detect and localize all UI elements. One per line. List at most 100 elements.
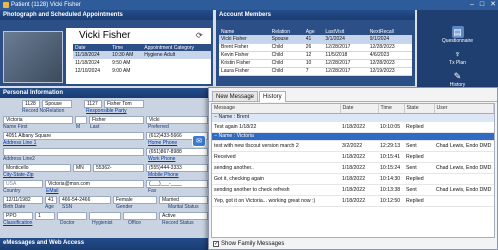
record-no-field[interactable]: 1128: [22, 100, 40, 108]
record-status-select[interactable]: Active: [159, 212, 208, 220]
column-header[interactable]: Age: [303, 28, 324, 35]
column-header[interactable]: Name: [219, 28, 270, 35]
address-line1-field[interactable]: 4051 Albany Square: [3, 132, 144, 140]
middle-initial-field[interactable]: [75, 116, 87, 124]
email-link[interactable]: EMail: [46, 188, 59, 194]
fax-field[interactable]: (___)___-____: [146, 180, 208, 188]
preferred-name-field[interactable]: Vicki: [146, 116, 208, 124]
chat-icon[interactable]: ✉: [192, 135, 206, 147]
appt-date: 12/10/2024: [75, 68, 101, 74]
column-header[interactable]: Time: [378, 104, 405, 114]
table-row[interactable]: sending another to check refresh 1/18/20…: [212, 184, 494, 196]
column-header[interactable]: Date: [340, 104, 379, 114]
gender-select[interactable]: Female: [113, 196, 157, 204]
first-name-field[interactable]: Victoria: [3, 116, 73, 124]
maximize-button[interactable]: □: [480, 0, 484, 10]
message-state: Sent: [404, 140, 434, 152]
member-age: 26: [303, 43, 324, 52]
column-header[interactable]: Message: [212, 104, 341, 114]
questionnaire-icon: ▤: [451, 26, 464, 38]
table-row[interactable]: sending another.. 1/18/2022 10:15:24 Sen…: [212, 162, 494, 174]
birth-date-field[interactable]: 12/11/1982: [3, 196, 43, 204]
appointments-panel: Photograph and Scheduled Appointments Vi…: [0, 10, 213, 86]
table-row[interactable]: Kristin Fisher Child 10 12/28/2017 12/28…: [219, 59, 412, 68]
refresh-icon[interactable]: ⟳: [196, 31, 203, 40]
member-last-visit: 12/28/2017: [323, 43, 368, 52]
classification-number[interactable]: 1: [35, 212, 55, 220]
table-row[interactable]: 11/18/2024 10:30 AM Hygiene Adult: [73, 51, 211, 59]
work-phone-link[interactable]: Work Phone: [148, 156, 175, 162]
member-relation: Child: [269, 67, 304, 76]
column-header[interactable]: Time: [110, 44, 143, 51]
message-date: 1/18/2022: [340, 151, 378, 163]
email-field[interactable]: Victoria@msn.com: [45, 180, 144, 188]
group-row[interactable]: − Name : Brent: [212, 113, 494, 122]
home-phone-link[interactable]: Home Phone: [148, 140, 177, 146]
address-line2-field[interactable]: [3, 148, 144, 156]
column-header[interactable]: LastVisit: [323, 28, 368, 35]
table-row[interactable]: Yep, got it on Victoria... working great…: [212, 195, 494, 207]
show-family-messages[interactable]: ✓ Show Family Messages: [213, 241, 284, 247]
appt-time: 10:30 AM: [112, 52, 134, 58]
mobile-phone-field[interactable]: (555)444-3333: [146, 164, 208, 172]
messages-grid: Message Date Time State User − Name : Br…: [211, 103, 495, 238]
name-first-label: Name First: [3, 124, 28, 130]
state-field[interactable]: MN: [73, 164, 91, 172]
classification-select[interactable]: PPO: [3, 212, 33, 220]
show-family-checkbox[interactable]: ✓: [213, 241, 219, 247]
column-header[interactable]: Appointment Category: [142, 44, 211, 51]
acct-name-field[interactable]: Fisher Tom: [104, 100, 144, 108]
message-state: Replied: [404, 121, 434, 133]
member-last-visit: 12/28/2017: [323, 59, 368, 68]
table-row[interactable]: Test again 1/18/22 1/18/2022 10:10:05 Re…: [212, 121, 494, 133]
address-line1-link[interactable]: Address Line 1: [3, 140, 36, 146]
show-family-label: Show Family Messages: [221, 241, 285, 247]
patient-photo: [3, 31, 63, 83]
preferred-label: Preferred: [148, 124, 169, 130]
table-row[interactable]: Vicki Fisher Spouse 41 3/1/2024 9/1/2024: [219, 35, 412, 44]
ssn-field[interactable]: 466-54-2466: [59, 196, 111, 204]
tab-new-message[interactable]: New Message: [212, 91, 259, 101]
work-phone-field[interactable]: (651)867-8988: [146, 148, 208, 156]
sidebar-item-history[interactable]: ✎ History: [417, 70, 498, 89]
close-button[interactable]: ✕: [490, 0, 496, 10]
classification-link[interactable]: Classification: [3, 220, 32, 226]
relation-select[interactable]: Spouse: [42, 100, 72, 108]
hygienist-select[interactable]: [89, 212, 121, 220]
table-row[interactable]: Kevin Fisher Child 12 11/5/2018 4/6/2023: [219, 51, 412, 60]
sidebar-item-questionnaire[interactable]: ▤ Questionnaire: [417, 26, 498, 44]
doctor-select[interactable]: [57, 212, 87, 220]
table-row[interactable]: Got it, checking again 1/18/2022 10:14:3…: [212, 173, 494, 185]
zip-field[interactable]: 55362-: [93, 164, 144, 172]
minimize-button[interactable]: –: [470, 0, 474, 10]
group-row[interactable]: − Name : Victoria: [212, 132, 494, 141]
last-name-field[interactable]: Fisher: [89, 116, 144, 124]
city-state-zip-link[interactable]: City-State-Zip: [3, 172, 34, 178]
member-age: 10: [303, 59, 324, 68]
appt-category: Hygiene Adult: [144, 52, 176, 58]
table-row[interactable]: test with new tlscout version march 2 3/…: [212, 140, 494, 152]
message-state: Replied: [404, 195, 434, 207]
message-time: 12:29:13: [378, 140, 404, 152]
member-name: Brent Fisher: [219, 43, 270, 52]
country-field[interactable]: USA: [3, 180, 43, 188]
tab-history[interactable]: History: [259, 91, 286, 102]
column-header[interactable]: State: [404, 104, 435, 114]
table-row[interactable]: Laura Fisher Child 7 12/28/2017 12/19/20…: [219, 67, 412, 76]
column-header[interactable]: NextRecall: [367, 28, 412, 35]
column-header[interactable]: Date: [73, 44, 111, 51]
table-row[interactable]: Received 1/18/2022 10:15:41 Replied: [212, 151, 494, 163]
table-row[interactable]: 12/10/2024 9:00 AM: [73, 67, 211, 75]
office-select[interactable]: [123, 212, 157, 220]
table-row[interactable]: 11/18/2024 9:50 AM: [73, 59, 211, 67]
member-last-visit: 11/5/2018: [323, 51, 368, 60]
column-header[interactable]: Relation: [269, 28, 304, 35]
column-header[interactable]: User: [434, 104, 494, 114]
city-field[interactable]: Monticello: [3, 164, 71, 172]
acct-id-field[interactable]: 1127: [84, 100, 102, 108]
responsible-party-link[interactable]: Responsible Party: [86, 108, 127, 114]
table-row[interactable]: Brent Fisher Child 26 12/28/2017 12/28/2…: [219, 43, 412, 52]
marital-status-select[interactable]: Married: [159, 196, 208, 204]
sidebar-item-tx-plan[interactable]: ♆ Tx Plan: [417, 48, 498, 66]
mobile-phone-link[interactable]: Mobile Phone: [148, 172, 179, 178]
